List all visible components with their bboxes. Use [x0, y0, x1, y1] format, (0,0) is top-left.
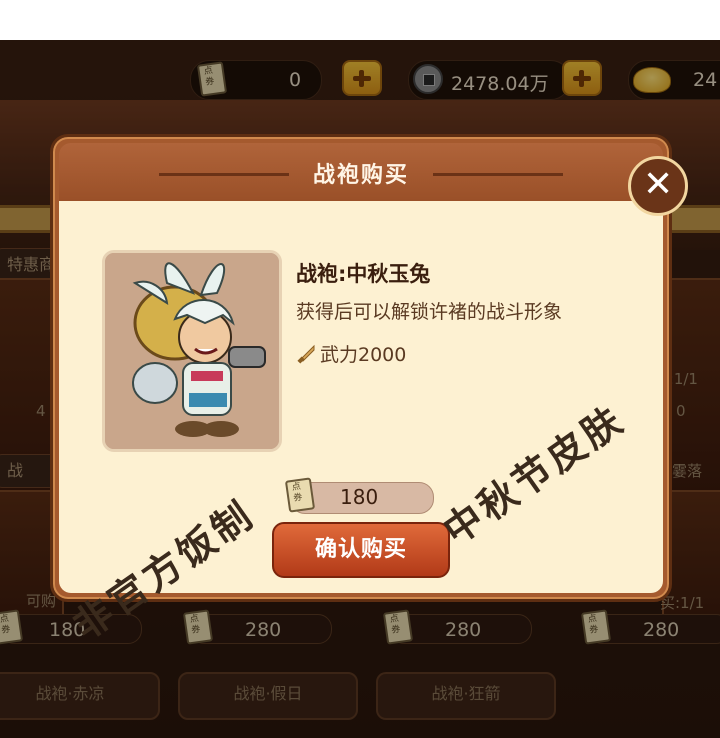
item-name: 战袍:中秋玉兔 — [296, 262, 431, 286]
price-value: 180 — [340, 485, 379, 509]
jade-rabbit-warrior-image — [105, 253, 279, 449]
dialog-title: 战袍购买 — [312, 163, 409, 188]
status-bar-blank — [0, 0, 720, 40]
item-stat: 武力2000 — [320, 344, 407, 366]
dialog-header: 战袍购买 — [59, 143, 663, 201]
close-icon[interactable]: ✕ — [628, 156, 688, 216]
coupon-icon — [284, 477, 316, 513]
confirm-purchase-button[interactable]: 确认购买 — [272, 522, 450, 578]
costume-portrait — [102, 250, 282, 452]
sword-icon — [297, 344, 315, 364]
item-description: 获得后可以解锁许褚的战斗形象 — [296, 301, 563, 323]
